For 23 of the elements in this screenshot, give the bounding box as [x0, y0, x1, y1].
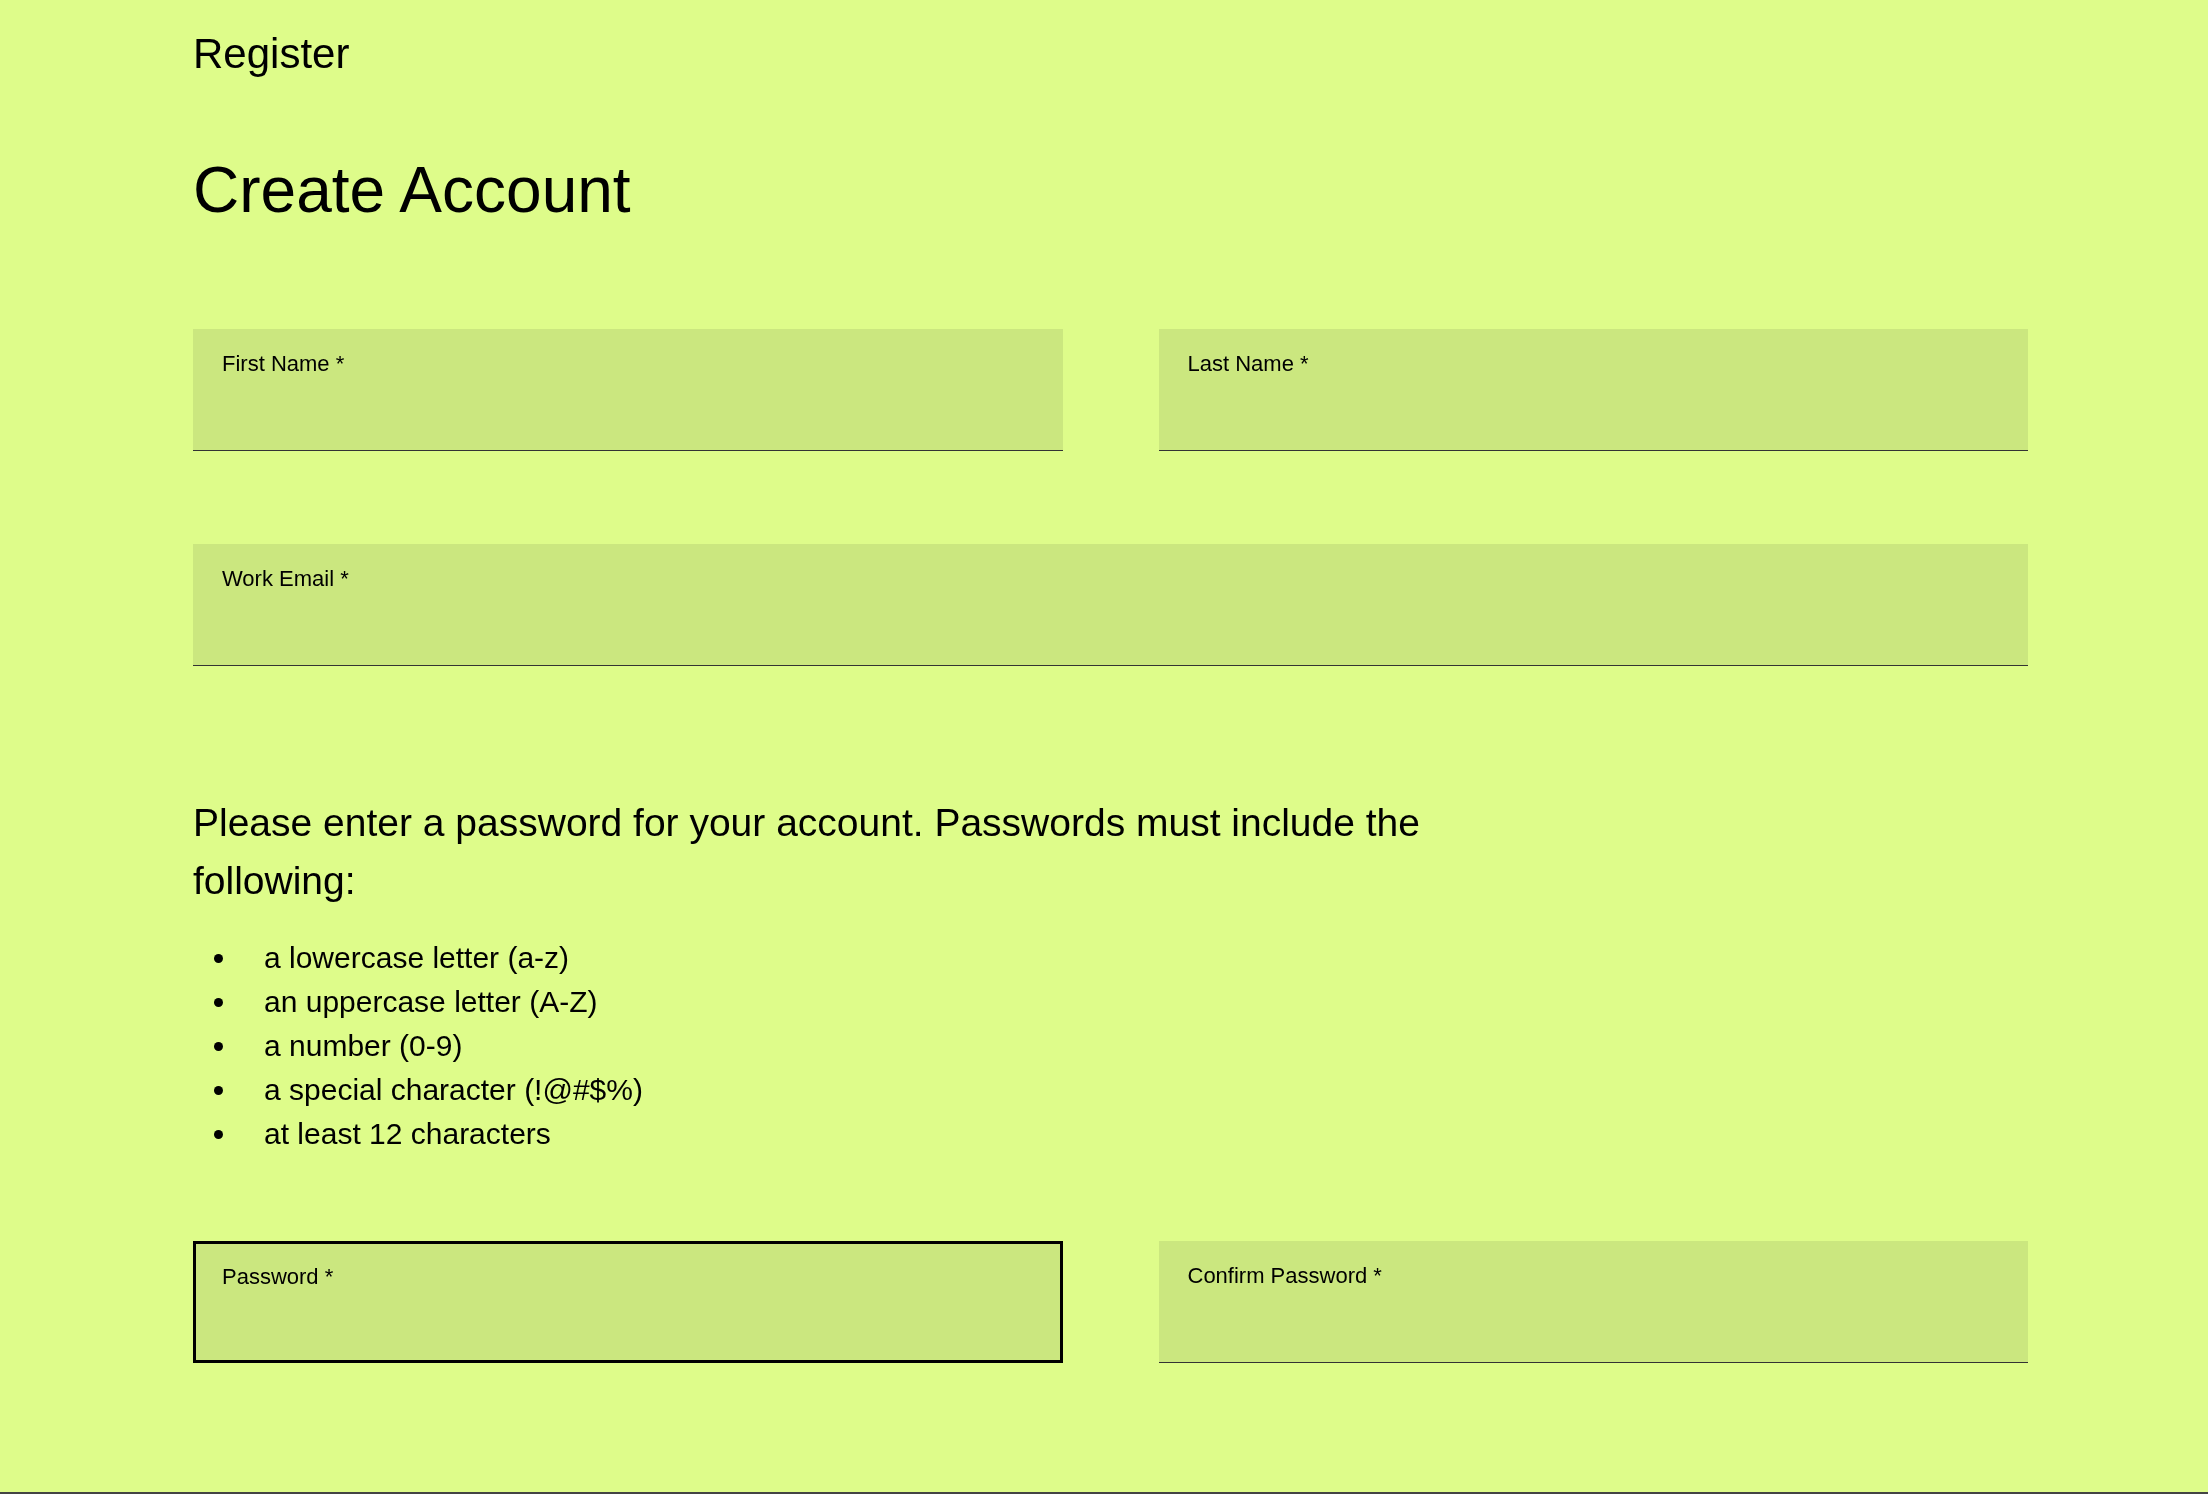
breadcrumb: Register	[193, 29, 350, 79]
requirement-text: a number (0-9)	[264, 1029, 463, 1063]
field-label: Work Email *	[222, 565, 349, 593]
bullet-icon	[214, 1041, 223, 1051]
bullet-icon	[214, 997, 223, 1007]
input-field[interactable]: Work Email *	[193, 544, 2028, 666]
requirement-text: at least 12 characters	[264, 1117, 551, 1151]
password-instructions: Please enter a password for your account. Passwords must include the following:	[193, 800, 1421, 904]
page-title: Create Account	[193, 153, 631, 228]
requirement-text: a lowercase letter (a-z)	[264, 941, 570, 975]
requirement-text: an uppercase letter (A-Z)	[264, 985, 598, 1019]
field-label: Password *	[222, 1263, 334, 1291]
field-label: First Name *	[222, 350, 345, 378]
bullet-icon	[214, 1085, 223, 1095]
input-field[interactable]: Last Name *	[1158, 329, 2028, 451]
field-label: Last Name *	[1187, 350, 1309, 378]
input-field[interactable]: Password *	[193, 1241, 1063, 1363]
input-field[interactable]: First Name *	[193, 329, 1063, 451]
requirement-text: a special character (!@#$%)	[264, 1073, 643, 1107]
field-label: Confirm Password *	[1187, 1262, 1382, 1290]
bullet-icon	[214, 1129, 223, 1139]
input-field[interactable]: Confirm Password *	[1158, 1241, 2028, 1363]
bullet-icon	[214, 953, 223, 963]
